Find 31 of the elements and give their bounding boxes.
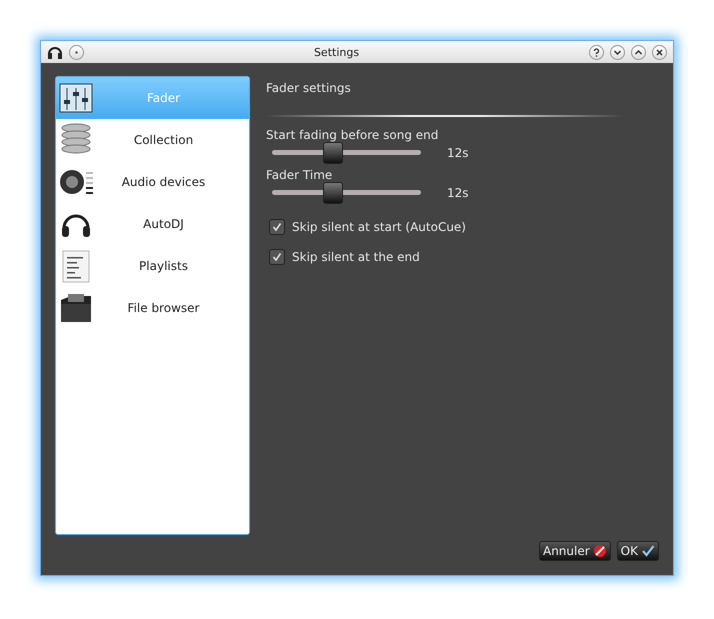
checkmark-icon: [641, 544, 655, 558]
checkmark-icon: [272, 222, 282, 232]
headphones-icon: [47, 44, 63, 60]
section-title: Fader settings: [266, 81, 352, 95]
slider-track[interactable]: [272, 182, 421, 204]
slider-thumb[interactable]: [323, 142, 344, 164]
cancel-button[interactable]: Annuler: [538, 541, 611, 561]
slider-label: Fader Time: [266, 168, 334, 182]
checkbox-label: Skip silent at the end: [292, 250, 420, 264]
checkbox-label: Skip silent at start (AutoCue): [292, 220, 466, 234]
maximize-button[interactable]: [631, 44, 646, 60]
checkbox[interactable]: [269, 219, 285, 235]
close-button[interactable]: [652, 44, 667, 60]
forbidden-icon: [592, 544, 607, 558]
chevron-up-icon: [634, 48, 643, 56]
window-title: Settings: [312, 46, 360, 58]
slider-label: Start fading before song end: [266, 128, 440, 142]
help-button[interactable]: [589, 44, 604, 60]
ok-button[interactable]: OK: [616, 541, 659, 561]
checkmark-icon: [272, 252, 282, 262]
slider-value: 12s: [447, 146, 469, 160]
slider-track[interactable]: [272, 142, 421, 164]
help-icon: [592, 48, 601, 56]
slider-thumb[interactable]: [323, 182, 344, 204]
minimize-button[interactable]: [610, 44, 625, 60]
dot-icon: [75, 50, 78, 54]
chevron-down-icon: [613, 48, 622, 56]
close-icon: [655, 48, 664, 56]
checkbox[interactable]: [269, 249, 285, 265]
window-menu-button[interactable]: [69, 44, 84, 60]
slider-value: 12s: [447, 186, 469, 200]
